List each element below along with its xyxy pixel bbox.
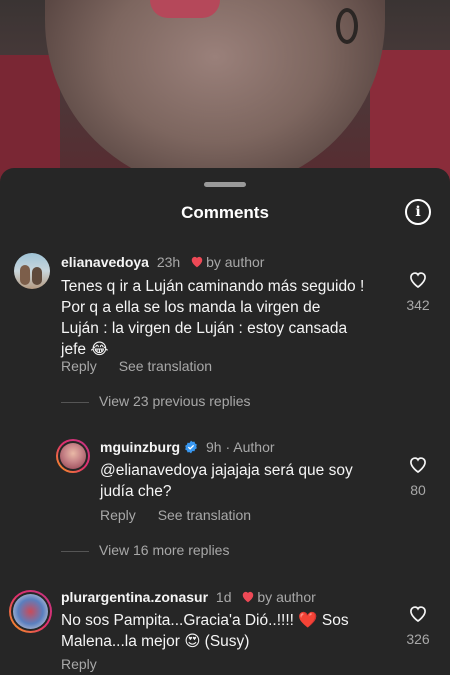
video-earring: [336, 8, 358, 44]
heart-outline-icon: [410, 457, 426, 474]
author-badge: Author: [233, 439, 275, 455]
heart-outline-icon: [410, 272, 426, 289]
avatar[interactable]: [14, 253, 50, 289]
comment-username[interactable]: mguinzburg: [100, 439, 180, 455]
comment-actions: Reply: [61, 656, 115, 672]
reply-button[interactable]: Reply: [61, 358, 97, 374]
like-button[interactable]: 80: [403, 455, 433, 498]
reply-button[interactable]: Reply: [61, 656, 97, 672]
view-replies-link[interactable]: View 16 more replies: [61, 542, 229, 558]
info-button[interactable]: i: [405, 199, 431, 225]
view-replies-link[interactable]: View 23 previous replies: [61, 393, 251, 409]
comment-meta: elianavedoya 23h by author: [61, 254, 264, 270]
reply-button[interactable]: Reply: [100, 507, 136, 523]
heart-filled-icon: [243, 591, 254, 603]
comment-time: 9h: [206, 439, 222, 455]
avatar[interactable]: [56, 439, 90, 473]
verified-badge-icon: [185, 440, 197, 454]
like-count: 326: [406, 631, 430, 647]
drag-handle[interactable]: [204, 182, 246, 187]
comment-text: No sos Pampita...Gracia'a Dió..!!!! ❤️ S…: [61, 612, 349, 650]
comment-meta: plurargentina.zonasur 1d by author: [61, 589, 316, 605]
like-button[interactable]: 326: [403, 604, 433, 647]
by-author-label: by author: [206, 254, 265, 270]
avatar[interactable]: [9, 590, 52, 633]
like-count: 80: [410, 482, 426, 498]
see-translation-button[interactable]: See translation: [119, 358, 212, 374]
like-count: 342: [406, 297, 430, 313]
comment-meta: mguinzburg 9h · Author: [100, 439, 275, 455]
comment-username[interactable]: plurargentina.zonasur: [61, 589, 208, 605]
comment-username[interactable]: elianavedoya: [61, 254, 149, 270]
comment-text: Tenes q ir a Luján caminando más seguido…: [61, 278, 365, 358]
see-translation-button[interactable]: See translation: [158, 507, 251, 523]
by-author-label: by author: [257, 589, 316, 605]
comment-actions: Reply See translation: [61, 358, 230, 374]
video-background: [0, 0, 450, 190]
info-icon: i: [415, 204, 421, 220]
comment-actions: Reply See translation: [100, 507, 269, 523]
video-lips: [150, 0, 220, 18]
comment-time: 1d: [215, 589, 232, 605]
sheet-title: Comments: [181, 203, 269, 222]
like-button[interactable]: 342: [403, 270, 433, 313]
comment-text: @elianavedoya jajajaja será que soy judí…: [100, 462, 353, 500]
comment-time: 23h: [156, 254, 181, 270]
heart-filled-icon: [191, 256, 203, 268]
video-person: [45, 0, 385, 190]
heart-outline-icon: [410, 606, 426, 623]
